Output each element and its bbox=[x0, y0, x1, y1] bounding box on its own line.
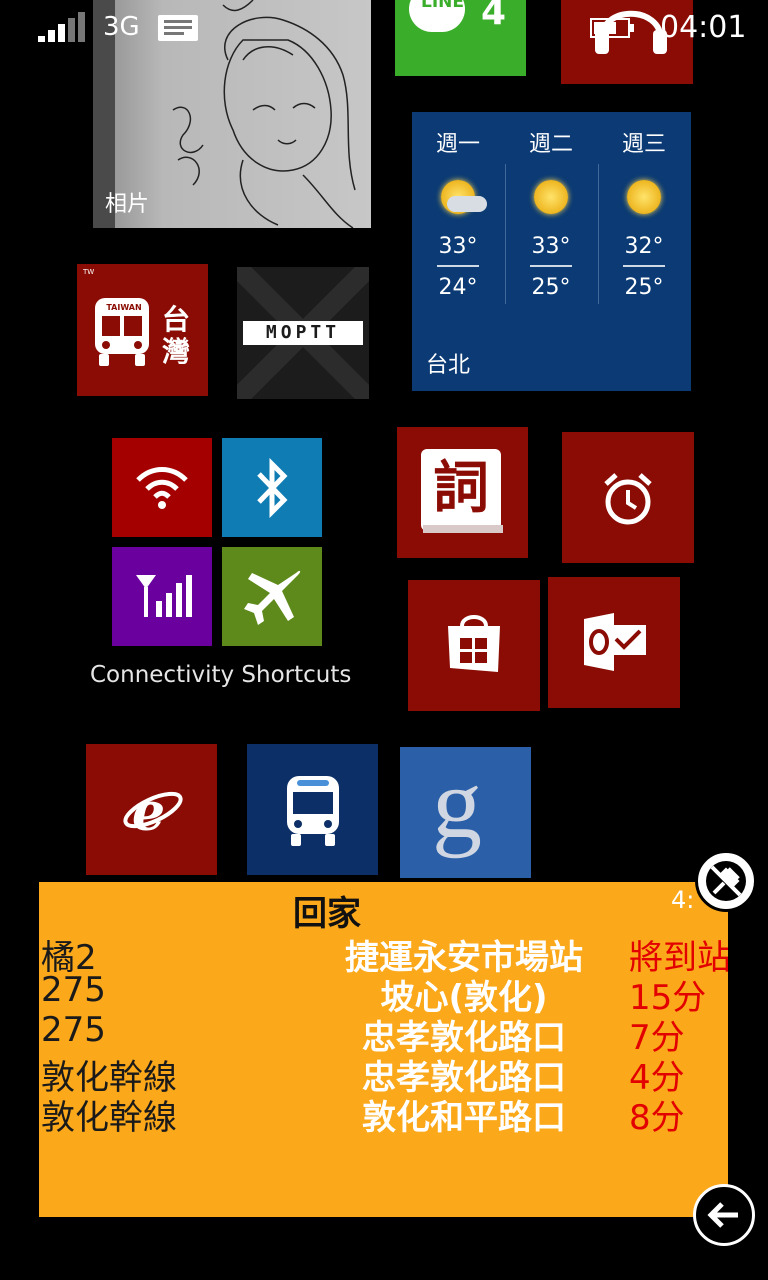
weather-high: 32° bbox=[624, 234, 664, 259]
route-name: 275 bbox=[41, 970, 106, 1010]
photos-label: 相片 bbox=[105, 192, 150, 217]
back-arrow-icon bbox=[707, 1202, 738, 1228]
weather-day-1: 週一 33° 24° bbox=[418, 126, 498, 300]
dictionary-glyph: 詞 bbox=[433, 456, 489, 521]
weather-day-label: 週三 bbox=[621, 132, 666, 157]
airplane-tile[interactable] bbox=[222, 547, 322, 646]
stop-name: 敦化和平路口 bbox=[362, 1098, 566, 1138]
weather-city: 台北 bbox=[426, 353, 471, 378]
arrival-row: 敦化幹線 忠孝敦化路口 4分 bbox=[39, 1050, 728, 1098]
svg-text:e: e bbox=[132, 782, 165, 840]
wifi-tile[interactable] bbox=[112, 438, 212, 537]
signal-strength-icon bbox=[38, 12, 88, 42]
weather-day-2: 週二 33° 25° bbox=[511, 126, 591, 300]
status-bar: 3G 04:01 bbox=[0, 0, 768, 56]
route-name: 275 bbox=[41, 1010, 106, 1050]
partly-cloudy-icon bbox=[441, 180, 487, 214]
alarm-icon bbox=[604, 473, 652, 525]
svg-text:g: g bbox=[432, 761, 482, 859]
bluetooth-tile[interactable] bbox=[222, 438, 322, 537]
sunny-icon bbox=[534, 180, 568, 214]
taiwan-badge: TAIWAN bbox=[106, 303, 142, 312]
moptt-logo: MOPTT bbox=[243, 321, 363, 345]
store-icon bbox=[448, 615, 500, 672]
eta: 8分 bbox=[629, 1098, 685, 1138]
wifi-icon bbox=[136, 467, 188, 509]
tw-corner-label: TW bbox=[83, 268, 95, 276]
bus-tile[interactable] bbox=[247, 744, 378, 875]
battery-icon bbox=[590, 18, 634, 38]
google-tile[interactable]: g bbox=[400, 747, 531, 878]
cellular-tile[interactable] bbox=[112, 547, 212, 646]
outlook-tile[interactable] bbox=[548, 577, 680, 708]
store-tile[interactable] bbox=[408, 580, 540, 711]
internet-explorer-tile[interactable]: e bbox=[86, 744, 217, 875]
widget-title: 回家 bbox=[293, 894, 361, 934]
network-type: 3G bbox=[103, 12, 140, 42]
arrival-row: 敦化幹線 敦化和平路口 8分 bbox=[39, 1090, 728, 1138]
arrival-row: 275 忠孝敦化路口 7分 bbox=[39, 1010, 728, 1058]
outlook-icon bbox=[584, 613, 646, 671]
weather-day-3: 週三 32° 25° bbox=[604, 126, 684, 300]
sunny-icon bbox=[627, 180, 661, 214]
weather-low: 25° bbox=[624, 275, 664, 300]
arrival-row: 275 坡心(敦化) 15分 bbox=[39, 970, 728, 1018]
dictionary-tile[interactable]: 詞 bbox=[397, 427, 528, 558]
weather-tile[interactable]: 週一 33° 24° 週二 33° 25° 週三 32° 25° 台北 bbox=[412, 112, 691, 391]
weather-day-label: 週一 bbox=[435, 132, 480, 157]
widget-time: 4: bbox=[671, 886, 695, 914]
taiwan-bus-tile[interactable]: TW TAIWAN 台 灣 bbox=[77, 264, 208, 396]
weather-low: 25° bbox=[531, 275, 571, 300]
weather-low: 24° bbox=[438, 275, 478, 300]
message-notification-icon bbox=[158, 15, 198, 41]
bus-arrival-widget[interactable]: 回家 4: 橘2 捷運永安市場站 將到站 275 坡心(敦化) 15分 275 … bbox=[39, 882, 728, 1217]
alarm-tile[interactable] bbox=[562, 432, 694, 563]
connectivity-shortcuts-label: Connectivity Shortcuts bbox=[90, 662, 352, 688]
unpin-button[interactable] bbox=[695, 850, 757, 912]
bus-icon bbox=[287, 776, 339, 846]
moptt-tile[interactable]: MOPTT bbox=[237, 267, 369, 399]
unpin-icon bbox=[706, 861, 746, 901]
route-name: 敦化幹線 bbox=[41, 1098, 177, 1138]
bluetooth-icon bbox=[257, 458, 288, 518]
internet-explorer-icon: e bbox=[123, 782, 183, 840]
weather-day-label: 週二 bbox=[528, 132, 573, 157]
arrival-row: 橘2 捷運永安市場站 將到站 bbox=[39, 930, 728, 978]
back-button[interactable] bbox=[693, 1184, 755, 1246]
clock: 04:01 bbox=[660, 10, 747, 45]
taiwan-text-bottom: 灣 bbox=[162, 335, 191, 368]
cellular-icon bbox=[136, 575, 192, 617]
weather-high: 33° bbox=[438, 234, 478, 259]
weather-high: 33° bbox=[531, 234, 571, 259]
airplane-icon bbox=[244, 570, 301, 625]
google-icon: g bbox=[432, 761, 482, 859]
